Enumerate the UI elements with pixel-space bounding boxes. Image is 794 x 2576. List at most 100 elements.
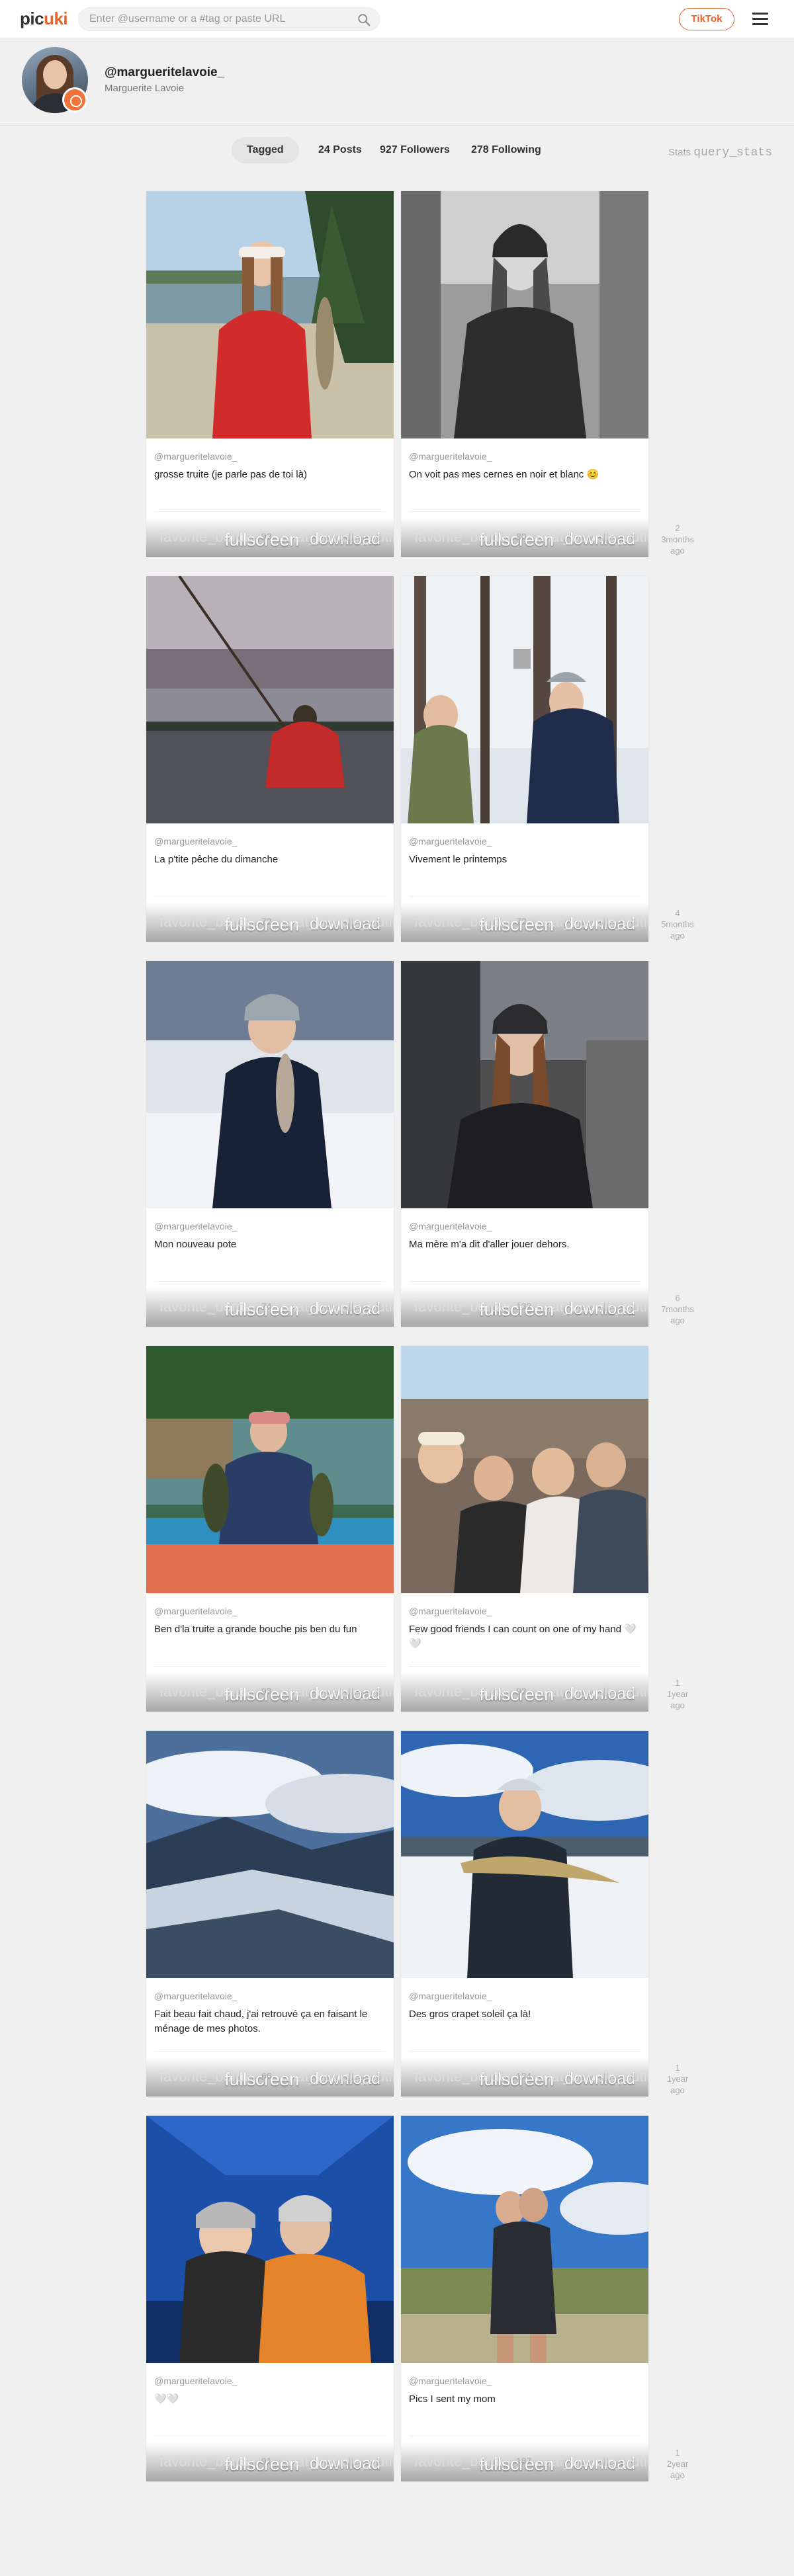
- divider: [409, 1666, 640, 1667]
- favorite-icon: favorite_border: [414, 2068, 512, 2085]
- post-caption: Few good friends I can count on one of m…: [409, 1624, 637, 1649]
- post-image[interactable]: [146, 961, 394, 1208]
- story-badge-icon[interactable]: [62, 87, 87, 112]
- comments-icon[interactable]: chat_bubble_outline: [281, 1683, 394, 1700]
- favorite-icon: favorite_border: [159, 1683, 257, 1700]
- post-caption: Ben d'la truite a grande bouche pis ben …: [154, 1624, 357, 1635]
- comments-icon[interactable]: chat_bubble_outline: [536, 1298, 648, 1315]
- comments-icon[interactable]: chat_bubble_outline: [536, 528, 648, 546]
- likes-count: favorite_border 132: [414, 1298, 532, 1315]
- post-caption: Fait beau fait chaud, j'ai retrouvé ça e…: [154, 2009, 368, 2034]
- post-username[interactable]: @margueritelavoie_: [409, 1221, 492, 1231]
- search-icon[interactable]: [357, 13, 371, 27]
- likes-count: favorite_border 124: [414, 2068, 532, 2085]
- post-caption: La p'tite pêche du dimanche: [154, 854, 279, 865]
- comments-icon[interactable]: chat_bubble_outline: [536, 913, 648, 931]
- profile-username: @margueritelavoie_: [105, 65, 225, 79]
- post-time: 4 5months ago: [661, 908, 694, 940]
- post-image[interactable]: [401, 191, 648, 438]
- post-username[interactable]: @margueritelavoie_: [409, 451, 492, 462]
- post-image[interactable]: [146, 2116, 394, 2363]
- search-input[interactable]: [89, 12, 354, 26]
- post-image[interactable]: [401, 1346, 648, 1593]
- comments-icon[interactable]: chat_bubble_outline: [281, 2453, 394, 2470]
- post-username[interactable]: @margueritelavoie_: [154, 1606, 238, 1616]
- post-caption: Vivement le printemps: [409, 854, 507, 865]
- post-image[interactable]: [146, 1731, 394, 1978]
- query-stats-icon: query_stats: [693, 146, 773, 159]
- likes-count: favorite_border 80: [414, 528, 527, 545]
- divider: [409, 896, 640, 897]
- post-username[interactable]: @margueritelavoie_: [409, 1606, 492, 1616]
- post-time: 1 1year ago: [666, 2063, 689, 2095]
- post-username[interactable]: @margueritelavoie_: [409, 2376, 492, 2386]
- post-image[interactable]: [401, 1731, 648, 1978]
- likes-count: favorite_border 72: [414, 913, 527, 930]
- comments-icon[interactable]: chat_bubble_outline: [281, 528, 394, 546]
- favorite-icon: favorite_border: [159, 528, 257, 545]
- post-card: fullscreen download @margueritelavoie_ Pics…: [401, 2116, 648, 2481]
- post-card: fullscreen download @margueritelavoie_ 🤍🤍 fa…: [146, 2116, 394, 2481]
- post-image[interactable]: [146, 1346, 394, 1593]
- post-image[interactable]: [146, 576, 394, 823]
- comments-icon[interactable]: chat_bubble_outline: [281, 1298, 394, 1315]
- followers-count[interactable]: 927 Followers: [380, 137, 450, 163]
- post-username[interactable]: @margueritelavoie_: [154, 1991, 238, 2001]
- divider: [154, 2051, 386, 2052]
- post-caption: 🤍🤍: [154, 2393, 179, 2405]
- divider: [154, 1666, 386, 1667]
- likes-count: favorite_border 72: [159, 913, 272, 930]
- post-username[interactable]: @margueritelavoie_: [154, 836, 238, 847]
- favorite-icon: favorite_border: [159, 2068, 257, 2085]
- post-username[interactable]: @margueritelavoie_: [154, 2376, 238, 2386]
- comments-icon[interactable]: chat_bubble_outline: [281, 2068, 394, 2085]
- comments-icon[interactable]: chat_bubble_outline: [281, 913, 394, 931]
- post-caption: Des gros crapet soleil ça là!: [409, 2009, 531, 2020]
- post-image[interactable]: [401, 2116, 648, 2363]
- tab-tagged[interactable]: Tagged: [232, 137, 299, 163]
- profile-stats-bar: Tagged 24 Posts 927 Followers 278 Follow…: [0, 125, 794, 176]
- divider: [409, 511, 640, 512]
- following-count[interactable]: 278 Following: [471, 137, 541, 163]
- likes-count: favorite_border 66: [159, 2068, 272, 2085]
- post-card: fullscreen download @margueritelavoie_ Des …: [401, 1731, 648, 2097]
- comments-icon[interactable]: chat_bubble_outline: [536, 1683, 648, 1700]
- post-card: fullscreen download @margueritelavoie_ gros…: [146, 191, 394, 557]
- post-card: fullscreen download @margueritelavoie_ On v…: [401, 191, 648, 557]
- post-username[interactable]: @margueritelavoie_: [409, 1991, 492, 2001]
- favorite-icon: favorite_border: [414, 913, 512, 930]
- post-username[interactable]: @margueritelavoie_: [154, 1221, 238, 1231]
- divider: [409, 2051, 640, 2052]
- post-card: fullscreen download @margueritelavoie_ Mon …: [146, 961, 394, 1327]
- search-bar: [78, 7, 380, 31]
- post-image[interactable]: [401, 576, 648, 823]
- post-image[interactable]: [401, 961, 648, 1208]
- post-caption: On voit pas mes cernes en noir et blanc …: [409, 469, 599, 480]
- divider: [409, 1281, 640, 1282]
- post-image[interactable]: [146, 191, 394, 438]
- favorite-icon: favorite_border: [159, 1298, 257, 1315]
- posts-count[interactable]: 24 Posts: [318, 137, 362, 163]
- hamburger-menu-icon[interactable]: [752, 13, 768, 26]
- post-card: fullscreen download @margueritelavoie_ Ben …: [146, 1346, 394, 1712]
- post-username[interactable]: @margueritelavoie_: [409, 836, 492, 847]
- favorite-icon: favorite_border: [414, 1683, 512, 1700]
- likes-count: favorite_border 91: [159, 2453, 272, 2470]
- picuki-logo[interactable]: picuki: [20, 9, 68, 29]
- top-navbar: picuki TikTok: [0, 0, 794, 38]
- likes-count: favorite_border 187: [414, 2453, 532, 2470]
- post-caption: Ma mère m'a dit d'aller jouer dehors.: [409, 1239, 570, 1250]
- favorite-icon: favorite_border: [414, 1298, 512, 1315]
- comments-icon[interactable]: chat_bubble_outline: [536, 2068, 648, 2085]
- stats-link[interactable]: Stats query_stats: [668, 146, 772, 159]
- post-card: fullscreen download @margueritelavoie_ Vive…: [401, 576, 648, 942]
- divider: [154, 896, 386, 897]
- favorite-icon: favorite_border: [414, 2453, 512, 2470]
- post-time: 2 3months ago: [661, 523, 694, 556]
- post-username[interactable]: @margueritelavoie_: [154, 451, 238, 462]
- likes-count: favorite_border 92: [414, 1683, 527, 1700]
- comments-icon[interactable]: chat_bubble_outline: [536, 2453, 648, 2470]
- tiktok-button[interactable]: TikTok: [679, 8, 734, 30]
- post-card: fullscreen download @margueritelavoie_ La p…: [146, 576, 394, 942]
- favorite-icon: favorite_border: [414, 528, 512, 545]
